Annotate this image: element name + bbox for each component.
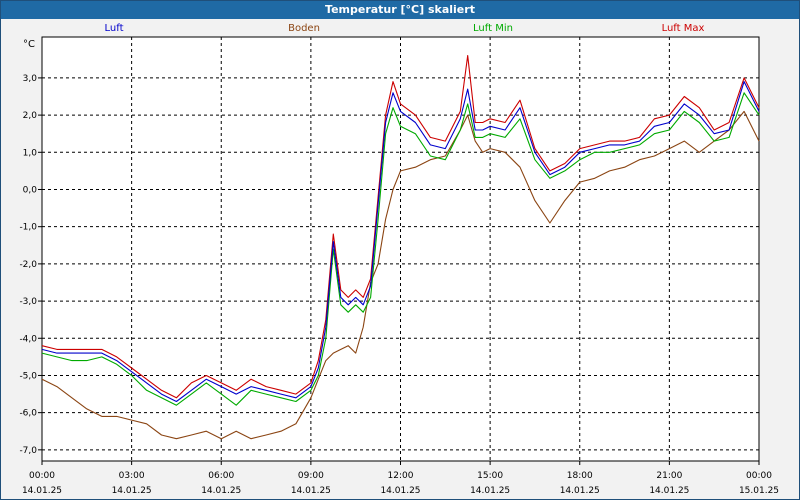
y-tick-label: 3,0 xyxy=(23,74,38,84)
x-tick-date-label: 14.01.25 xyxy=(649,486,689,496)
x-tick-date-label: 14.01.25 xyxy=(201,486,241,496)
x-tick-date-label: 15.01.25 xyxy=(739,486,779,496)
line-chart: -7,0 -6,0 -5,0 -4,0 -3,0 -2,0 -1,0 0,0 1,0 2,0 3,0… xyxy=(19,36,779,496)
x-tick-time-label: 09:00 xyxy=(298,471,324,481)
x-tick-date-label: 14.01.25 xyxy=(380,486,420,496)
x-tick-date-label: 14.01.25 xyxy=(291,486,331,496)
y-tick-label: -6,0 xyxy=(19,409,37,419)
y-tick-label: -4,0 xyxy=(19,334,37,344)
x-tick-time-label: 00:00 xyxy=(746,471,772,481)
chart-window: Temperatur [°C] skaliert Luft Boden Luft… xyxy=(0,0,800,500)
x-tick-time-label: 03:00 xyxy=(119,471,145,481)
x-tick-time-label: 06:00 xyxy=(208,471,234,481)
y-tick-label: -2,0 xyxy=(19,260,37,270)
y-tick-label: 0,0 xyxy=(23,185,38,195)
x-tick-time-label: 12:00 xyxy=(388,471,414,481)
x-tick-date-label: 14.01.25 xyxy=(112,486,152,496)
x-tick-time-label: 15:00 xyxy=(477,471,503,481)
x-tick-date-label: 14.01.25 xyxy=(470,486,510,496)
x-tick-date-label: 14.01.25 xyxy=(22,486,62,496)
y-tick-label: -1,0 xyxy=(19,223,37,233)
x-tick-date-label: 14.01.25 xyxy=(560,486,600,496)
y-tick-label: -7,0 xyxy=(19,446,37,456)
y-tick-label: 1,0 xyxy=(23,148,38,158)
y-tick-label: -5,0 xyxy=(19,371,37,381)
y-tick-label: -3,0 xyxy=(19,297,37,307)
y-tick-label: 2,0 xyxy=(23,111,38,121)
x-tick-time-label: 18:00 xyxy=(567,471,593,481)
x-tick-time-label: 21:00 xyxy=(656,471,682,481)
x-tick-time-label: 00:00 xyxy=(29,471,55,481)
